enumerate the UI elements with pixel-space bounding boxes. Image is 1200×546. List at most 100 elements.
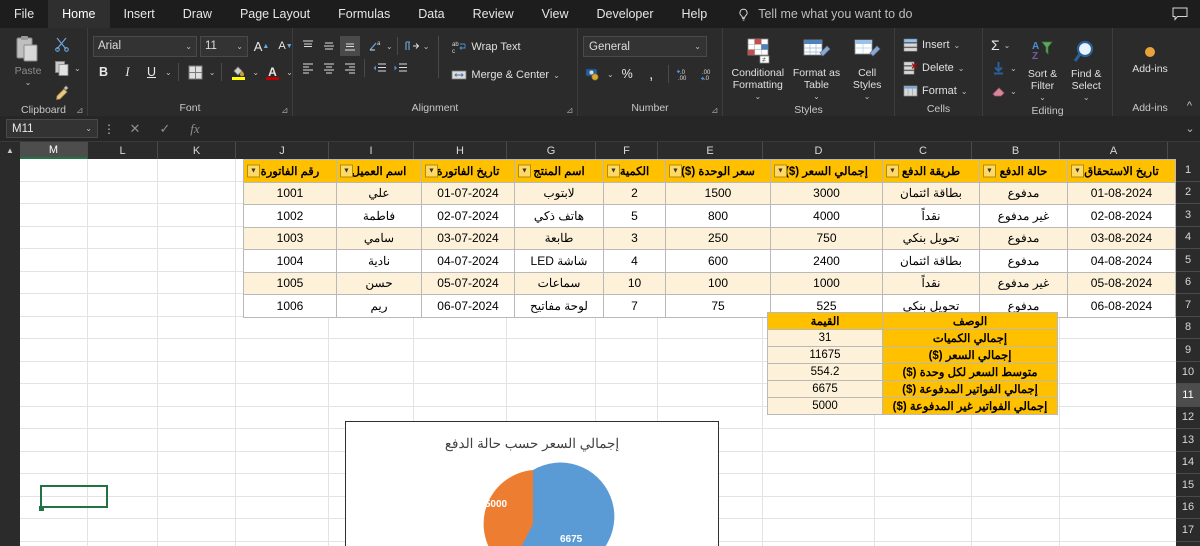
number-dialog-launcher-icon[interactable]: ⊿ xyxy=(711,106,720,115)
filter-icon[interactable]: ▼ xyxy=(340,164,353,178)
column-header-E[interactable]: E xyxy=(658,142,763,159)
cell-payment-status[interactable]: غير مدفوع xyxy=(979,271,1068,295)
menu-item-home[interactable]: Home xyxy=(48,0,110,28)
cell-total-price[interactable]: 750 xyxy=(770,226,883,250)
cell-due-date[interactable]: 02-08-2024 xyxy=(1067,204,1176,228)
summary-value[interactable]: 5000 xyxy=(767,397,883,415)
orientation-button[interactable]: a xyxy=(365,36,385,56)
row-header-3[interactable]: 3 xyxy=(1176,204,1200,227)
cell-invoice-date[interactable]: 06-07-2024 xyxy=(421,294,515,318)
fill-color-chevron-down-icon[interactable]: ⌄ xyxy=(252,68,259,77)
menu-item-page-layout[interactable]: Page Layout xyxy=(226,0,324,28)
insert-cells-button[interactable]: Insert ⌄ xyxy=(900,34,963,56)
summary-label[interactable]: متوسط السعر لكل وحدة ($) xyxy=(882,363,1058,381)
underline-chevron-down-icon[interactable]: ⌄ xyxy=(165,68,172,77)
cell-invoice-date[interactable]: 05-07-2024 xyxy=(421,271,515,295)
font-name-chevron-down-icon[interactable]: ⌄ xyxy=(185,42,192,51)
font-color-chevron-down-icon[interactable]: ⌄ xyxy=(286,68,293,77)
column-header-L[interactable]: L xyxy=(88,142,158,159)
cell-invoice-date[interactable]: 01-07-2024 xyxy=(421,181,515,205)
cell-invoice-number[interactable]: 1002 xyxy=(243,204,337,228)
row-header-16[interactable]: 16 xyxy=(1176,497,1200,519)
summary-row[interactable]: إجمالي السعر ($) 11675 xyxy=(767,346,1058,364)
cell-product-name[interactable]: شاشة LED xyxy=(514,249,604,273)
column-header-D[interactable]: D xyxy=(763,142,875,159)
summary-header-description[interactable]: الوصف xyxy=(882,312,1058,330)
row-header-1[interactable]: 1 xyxy=(1176,159,1200,182)
underline-button[interactable]: U xyxy=(141,62,162,83)
find-select-button[interactable]: Find & Select ⌄ xyxy=(1065,34,1107,104)
cell-unit-price[interactable]: 1500 xyxy=(665,181,771,205)
cell-product-name[interactable]: هاتف ذكي xyxy=(514,204,604,228)
find-select-chevron-down-icon[interactable]: ⌄ xyxy=(1083,92,1090,104)
cell-invoice-number[interactable]: 1005 xyxy=(243,271,337,295)
selected-cell-M11[interactable] xyxy=(40,485,108,508)
table-row[interactable]: 04-08-2024 مدفوع بطاقة ائتمان 2400 600 4… xyxy=(243,249,1176,273)
column-header-H[interactable]: H xyxy=(414,142,507,159)
filter-icon[interactable]: ▼ xyxy=(247,164,260,178)
autosum-chevron-down-icon[interactable]: ⌄ xyxy=(1004,41,1011,50)
cell-customer-name[interactable]: نادية xyxy=(336,249,422,273)
summary-label[interactable]: إجمالي الفواتير غير المدفوعة ($) xyxy=(882,397,1058,415)
name-box-chevron-down-icon[interactable]: ⌄ xyxy=(85,124,92,133)
cell-payment-method[interactable]: نقداً xyxy=(882,271,980,295)
cell-unit-price[interactable]: 800 xyxy=(665,204,771,228)
column-header-invoice-number[interactable]: ▼ رقم الفاتورة xyxy=(243,159,337,183)
table-row[interactable]: 01-08-2024 مدفوع بطاقة ائتمان 3000 1500 … xyxy=(243,181,1176,205)
accounting-chevron-down-icon[interactable]: ⌄ xyxy=(607,70,614,79)
cell-product-name[interactable]: سماعات xyxy=(514,271,604,295)
align-right-button[interactable] xyxy=(340,58,360,78)
font-size-chevron-down-icon[interactable]: ⌄ xyxy=(236,42,243,51)
alignment-dialog-launcher-icon[interactable]: ⊿ xyxy=(566,106,575,115)
formula-bar-chevron-down-icon[interactable]: ⌄ xyxy=(1180,122,1200,135)
row-header-15[interactable]: 15 xyxy=(1176,474,1200,497)
text-direction-chevron-down-icon[interactable]: ⌄ xyxy=(423,42,430,51)
paste-button[interactable]: Paste ⌄ xyxy=(5,31,51,103)
summary-row[interactable]: إجمالي الفواتير المدفوعة ($) 6675 xyxy=(767,380,1058,398)
cancel-icon[interactable]: ✕ xyxy=(120,121,150,137)
font-color-button[interactable]: A xyxy=(262,62,283,83)
align-top-button[interactable] xyxy=(298,36,318,56)
row-header-9[interactable]: 9 xyxy=(1176,339,1200,362)
fill-chevron-down-icon[interactable]: ⌄ xyxy=(1010,64,1017,73)
summary-value[interactable]: 6675 xyxy=(767,380,883,398)
column-header-C[interactable]: C xyxy=(875,142,972,159)
summary-header-value[interactable]: القيمة xyxy=(767,312,883,330)
column-header-G[interactable]: G xyxy=(507,142,596,159)
accounting-format-button[interactable] xyxy=(583,64,604,85)
cell-invoice-number[interactable]: 1004 xyxy=(243,249,337,273)
number-format-select[interactable]: General ⌄ xyxy=(583,36,707,57)
column-header-J[interactable]: J xyxy=(236,142,329,159)
column-header-invoice-date[interactable]: ▼ تاريخ الفاتورة xyxy=(421,159,515,183)
clear-chevron-down-icon[interactable]: ⌄ xyxy=(1010,87,1017,96)
chevron-up-icon[interactable]: ^ xyxy=(1187,100,1192,112)
filter-icon[interactable]: ▼ xyxy=(518,164,531,178)
column-header-product-name[interactable]: ▼ اسم المنتج xyxy=(514,159,604,183)
increase-decimal-button[interactable]: .0.00 xyxy=(675,64,696,85)
decrease-indent-button[interactable] xyxy=(369,58,389,78)
borders-chevron-down-icon[interactable]: ⌄ xyxy=(209,68,216,77)
clear-button[interactable]: ⌄ xyxy=(988,80,1020,102)
column-header-unit-price[interactable]: ▼ سعر الوحدة ($) xyxy=(665,159,771,183)
format-as-table-button[interactable]: Format as Table ⌄ xyxy=(790,33,844,103)
cell-total-price[interactable]: 3000 xyxy=(770,181,883,205)
fill-handle[interactable] xyxy=(39,506,44,511)
italic-button[interactable]: I xyxy=(117,62,138,83)
copy-button[interactable]: ⌄ xyxy=(51,57,84,79)
column-header-payment-status[interactable]: ▼ حالة الدفع xyxy=(979,159,1068,183)
cell-invoice-date[interactable]: 02-07-2024 xyxy=(421,204,515,228)
insert-function-icon[interactable]: fx xyxy=(180,121,210,137)
bold-button[interactable]: B xyxy=(93,62,114,83)
format-painter-button[interactable] xyxy=(51,81,84,103)
cell-due-date[interactable]: 05-08-2024 xyxy=(1067,271,1176,295)
cell-payment-status[interactable]: مدفوع xyxy=(979,226,1068,250)
cell-styles-button[interactable]: Cell Styles ⌄ xyxy=(845,33,889,103)
cell-total-price[interactable]: 4000 xyxy=(770,204,883,228)
merge-center-chevron-down-icon[interactable]: ⌄ xyxy=(553,71,560,80)
menu-item-developer[interactable]: Developer xyxy=(583,0,668,28)
cell-payment-status[interactable]: مدفوع xyxy=(979,181,1068,205)
conditional-formatting-button[interactable]: ≠ Conditional Formatting ⌄ xyxy=(728,33,788,103)
cell-customer-name[interactable]: سامي xyxy=(336,226,422,250)
cell-product-name[interactable]: لوحة مفاتيح xyxy=(514,294,604,318)
filter-icon[interactable]: ▼ xyxy=(983,164,996,178)
